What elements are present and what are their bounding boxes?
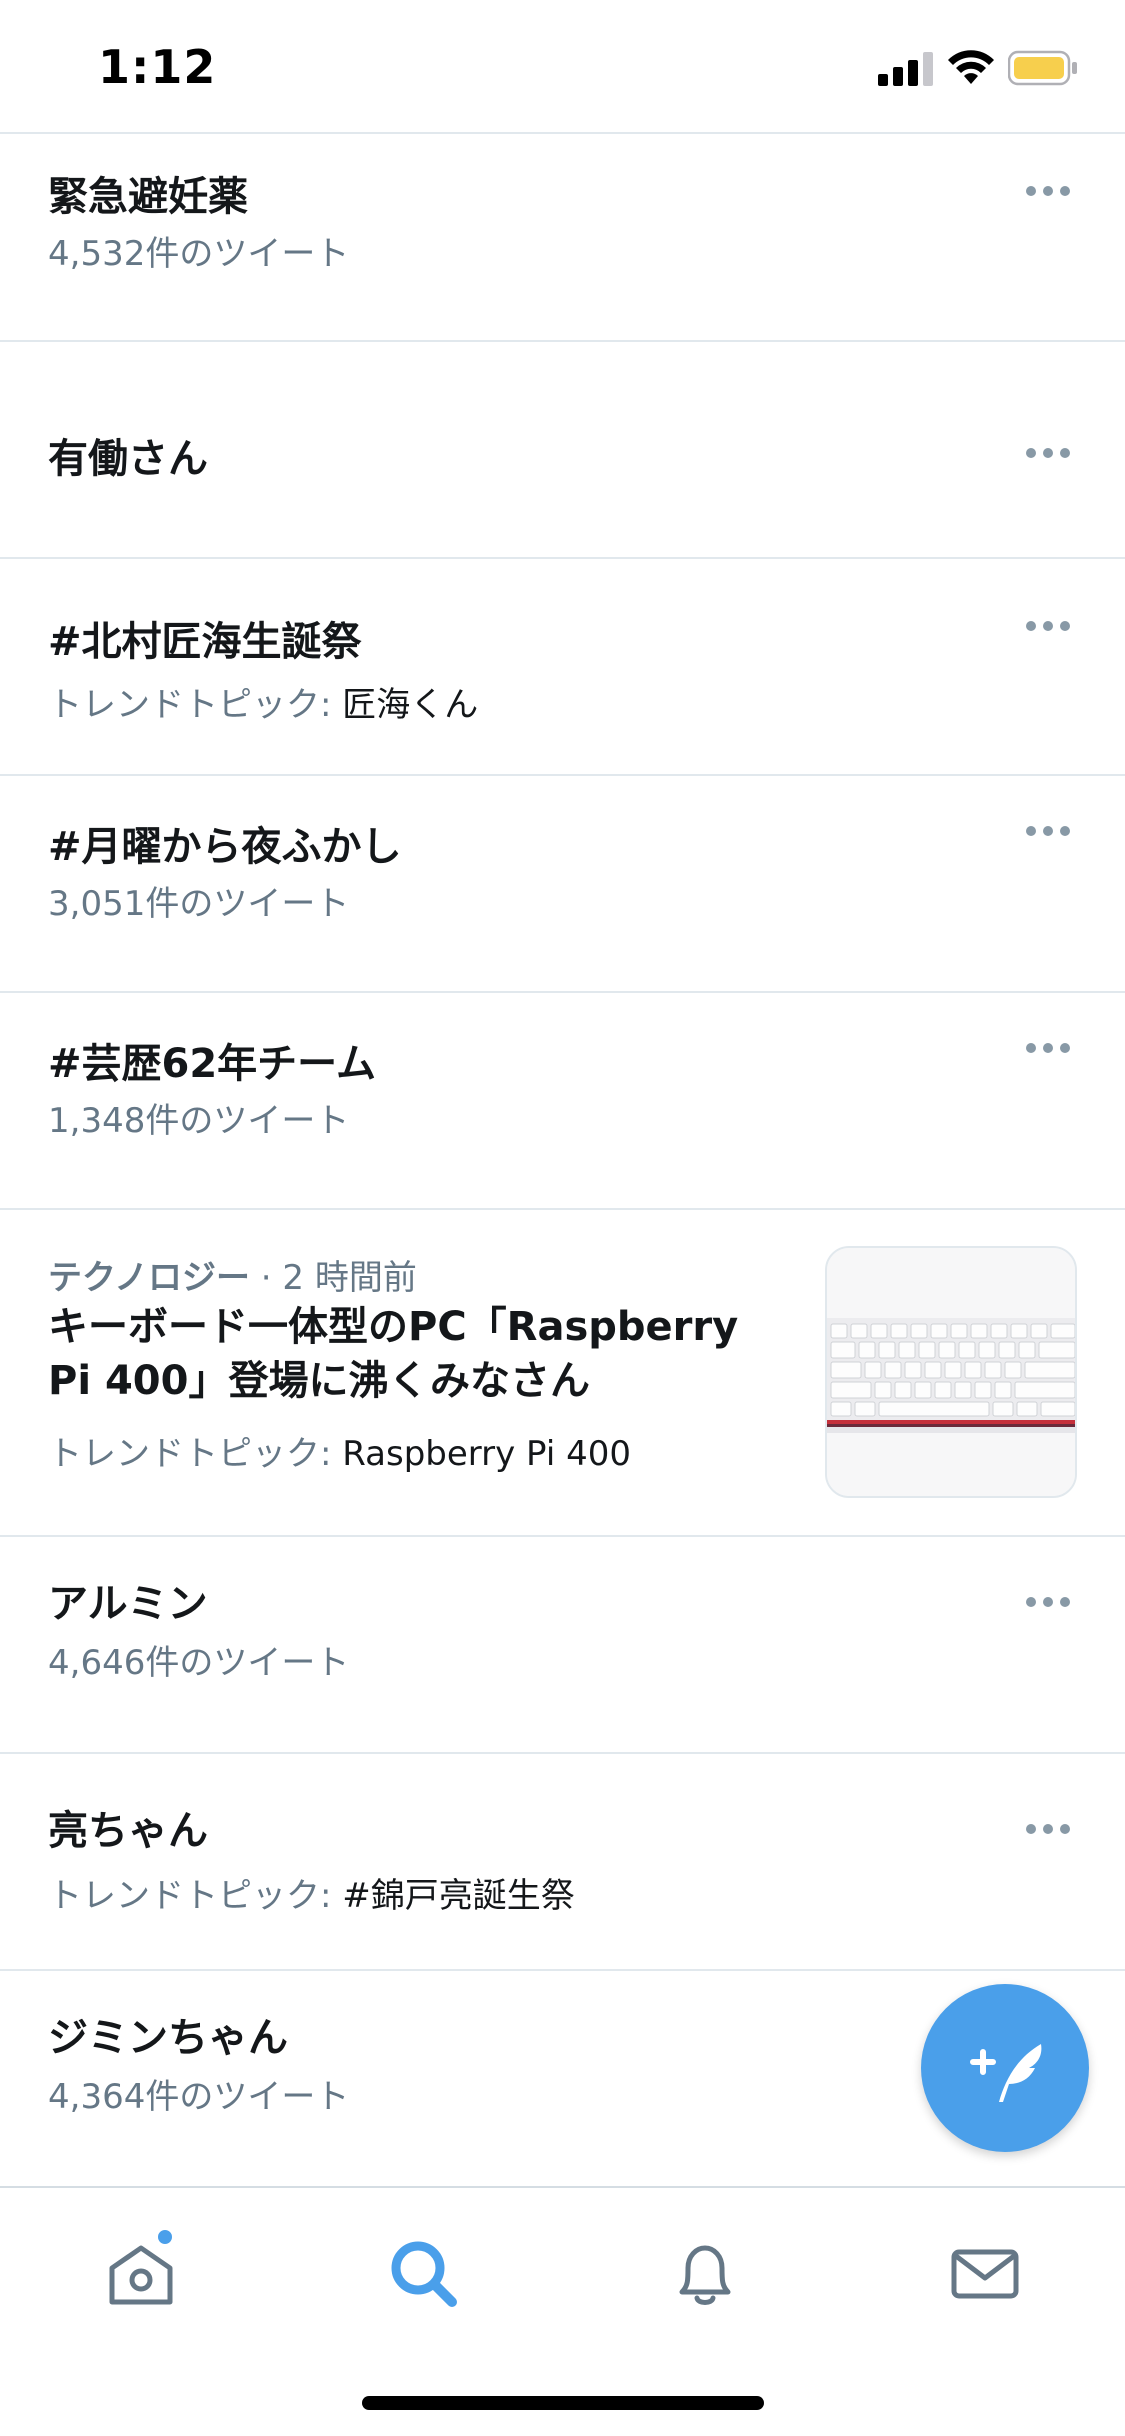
trend-topic: トレンドトピック: Raspberry Pi 400 [48, 1426, 631, 1475]
trend-title: アルミン [48, 1581, 208, 1627]
compose-tweet-button[interactable] [921, 1984, 1089, 2152]
news-headline: キーボード一体型のPC「Raspberry Pi 400」登場に沸くみなさん [48, 1300, 788, 1408]
trend-title: 亮ちゃん [48, 1808, 208, 1854]
news-headline-line: キーボード一体型のPC「Raspberry [48, 1304, 739, 1350]
trend-topic-label: トレンドトピック: [48, 685, 343, 725]
compose-tweet-icon [970, 2044, 1042, 2102]
trend-title: ジミンちゃん [48, 2015, 288, 2061]
trend-topic-value: #錦戸亮誕生祭 [342, 1876, 575, 1916]
news-thumbnail-image [825, 1246, 1077, 1498]
trend-row[interactable]: 有働さん [0, 342, 1125, 559]
trend-title: 緊急避妊薬 [48, 174, 248, 220]
more-options-icon[interactable] [1025, 1041, 1071, 1055]
news-headline-line: Pi 400」登場に沸くみなさん [48, 1358, 591, 1404]
trend-row[interactable]: #芸歴62年チーム 1,348件のツイート [0, 993, 1125, 1210]
bell-icon [679, 2245, 731, 2305]
wifi-icon [948, 50, 994, 84]
trend-title: 有働さん [48, 436, 208, 482]
more-options-icon[interactable] [1025, 446, 1071, 460]
tweet-count: 4,532件のツイート [48, 234, 350, 274]
trend-topic-label: トレンドトピック: [48, 1434, 343, 1474]
trend-row[interactable]: アルミン 4,646件のツイート [0, 1537, 1125, 1754]
trend-topic: トレンドトピック: #錦戸亮誕生祭 [48, 1868, 575, 1917]
search-icon [391, 2241, 457, 2307]
tab-messages[interactable] [940, 2228, 1030, 2318]
tweet-count: 4,646件のツイート [48, 1643, 350, 1683]
trend-title: #北村匠海生誕祭 [48, 619, 362, 665]
more-options-icon[interactable] [1025, 824, 1071, 838]
mail-icon [951, 2249, 1019, 2299]
more-options-icon[interactable] [1025, 184, 1071, 198]
trend-row[interactable]: 緊急避妊薬 4,532件のツイート [0, 134, 1125, 342]
trend-topic-label: トレンドトピック: [48, 1876, 343, 1916]
more-options-icon[interactable] [1025, 619, 1071, 633]
more-options-icon[interactable] [1025, 1822, 1071, 1836]
keyboard-image-icon [827, 1248, 1075, 1496]
home-indicator[interactable] [362, 2396, 764, 2410]
trend-row[interactable]: 亮ちゃん トレンドトピック: #錦戸亮誕生祭 [0, 1754, 1125, 1971]
trend-title: #芸歴62年チーム [48, 1041, 376, 1087]
news-meta: テクノロジー · 2 時間前 [48, 1250, 417, 1299]
cellular-signal-icon [878, 52, 933, 86]
status-time: 1:12 [98, 40, 217, 94]
trend-row[interactable]: #北村匠海生誕祭 トレンドトピック: 匠海くん [0, 559, 1125, 776]
status-bar: 1:12 [0, 0, 1125, 132]
trend-title: #月曜から夜ふかし [48, 824, 402, 870]
trend-topic-value: 匠海くん [342, 685, 479, 725]
tweet-count: 4,364件のツイート [48, 2077, 350, 2117]
tab-search[interactable] [378, 2228, 468, 2318]
trend-row[interactable]: #月曜から夜ふかし 3,051件のツイート [0, 776, 1125, 993]
tweet-count: 1,348件のツイート [48, 1101, 350, 1141]
tweet-count: 3,051件のツイート [48, 884, 350, 924]
news-item[interactable]: テクノロジー · 2 時間前 キーボード一体型のPC「Raspberry Pi … [0, 1210, 1125, 1537]
battery-icon [1008, 50, 1077, 86]
tab-home[interactable] [96, 2228, 186, 2318]
news-time: · 2 時間前 [249, 1258, 417, 1298]
tab-notifications[interactable] [660, 2228, 750, 2318]
news-category: テクノロジー [48, 1258, 250, 1298]
notification-badge-dot [156, 2228, 174, 2246]
more-options-icon[interactable] [1025, 1595, 1071, 1609]
trend-topic: トレンドトピック: 匠海くん [48, 677, 478, 726]
trend-topic-value: Raspberry Pi 400 [342, 1434, 631, 1474]
